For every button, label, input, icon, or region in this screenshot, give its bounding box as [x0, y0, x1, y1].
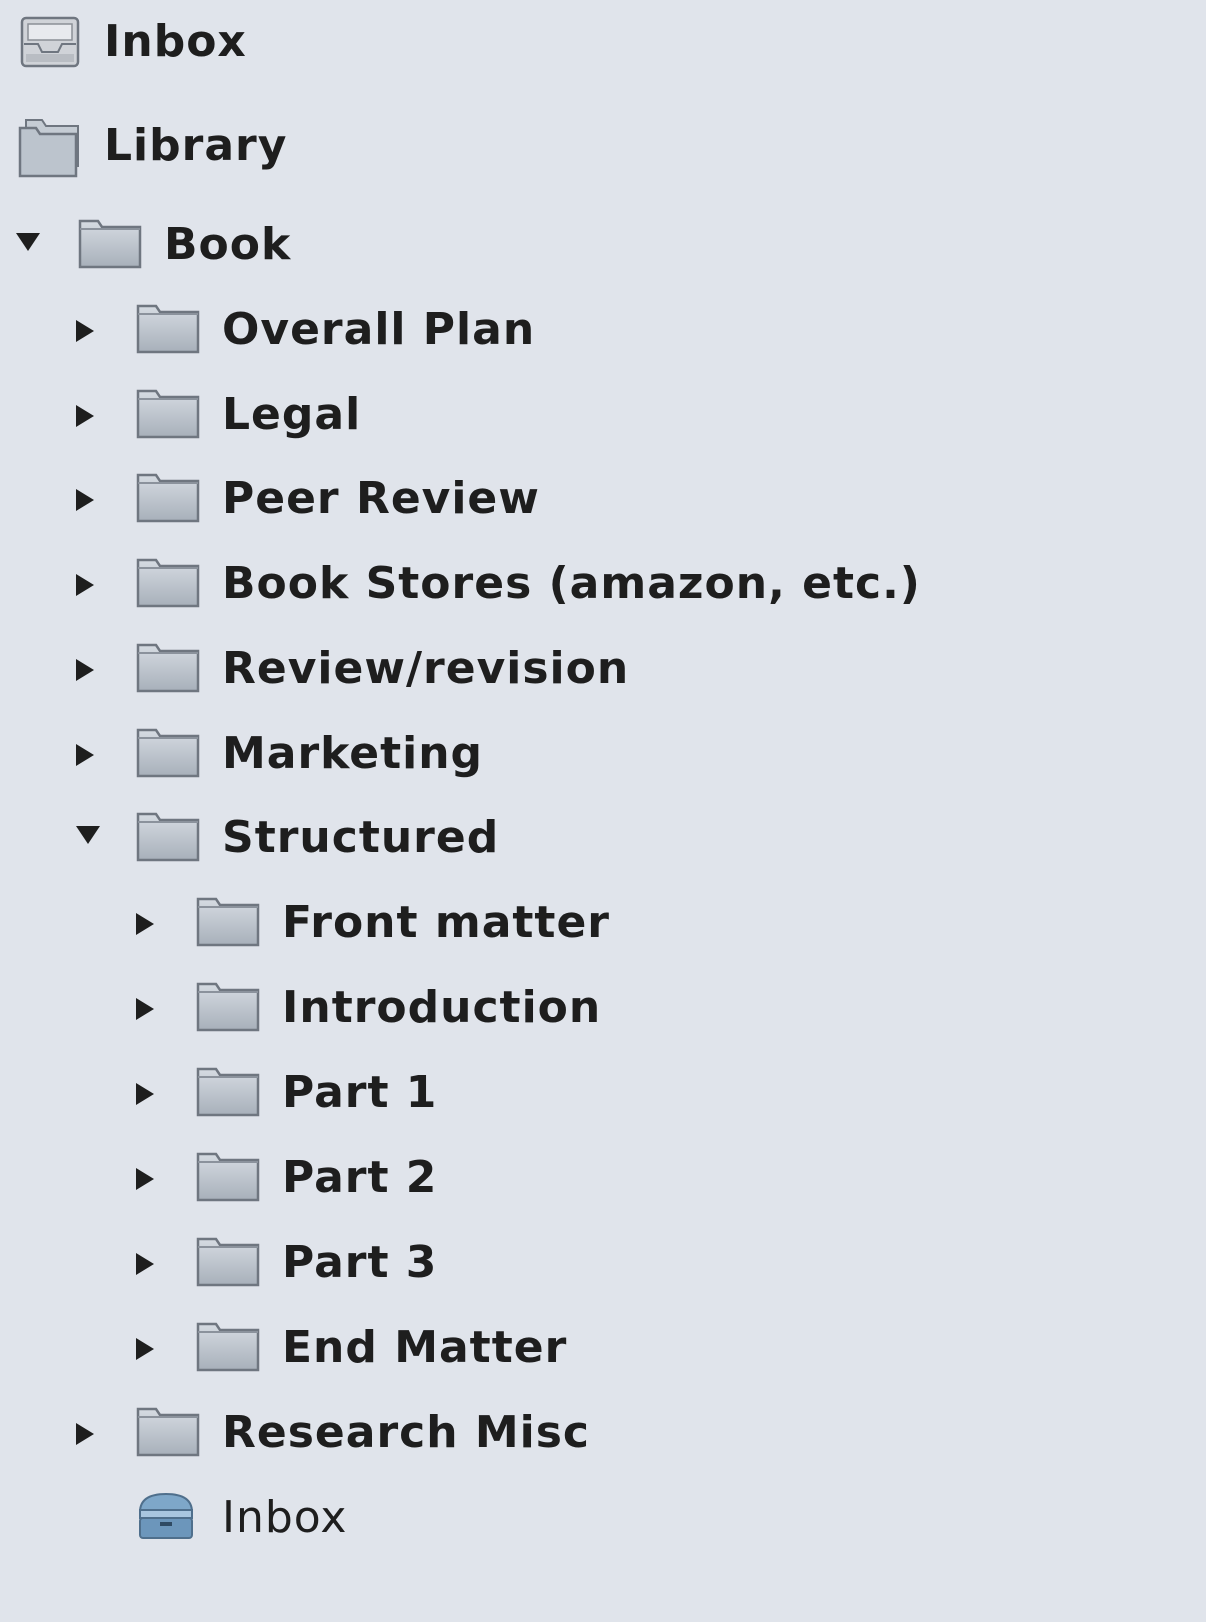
- tree-item[interactable]: Inbox: [0, 2, 1206, 82]
- tree-item-label: Book Stores (amazon, etc.): [222, 558, 921, 609]
- tree-item-label: Library: [104, 120, 288, 171]
- tree-item-label: Structured: [222, 812, 500, 863]
- folder-icon: [196, 1235, 260, 1287]
- disclosure-triangle-right-icon[interactable]: [76, 659, 94, 681]
- tree-item-label: Review/revision: [222, 643, 630, 694]
- folder-icon: [136, 302, 200, 354]
- library-folders-icon: [18, 118, 82, 178]
- tree-item[interactable]: Part 3: [0, 1223, 1206, 1303]
- tree-item[interactable]: Part 1: [0, 1053, 1206, 1133]
- tree-item[interactable]: Book Stores (amazon, etc.): [0, 544, 1206, 624]
- tree-item-label: Inbox: [222, 1492, 348, 1543]
- tree-item-label: Part 3: [282, 1237, 438, 1288]
- folder-icon: [136, 641, 200, 693]
- tree-item-label: Book: [164, 219, 292, 270]
- disclosure-triangle-down-icon[interactable]: [16, 233, 40, 251]
- disclosure-triangle-right-icon[interactable]: [76, 489, 94, 511]
- tree-item[interactable]: Research Misc: [0, 1393, 1206, 1473]
- inbox-box-icon: [136, 1490, 200, 1542]
- tree-item-label: Overall Plan: [222, 304, 536, 355]
- tree-item-label: Introduction: [282, 982, 602, 1033]
- disclosure-triangle-right-icon[interactable]: [136, 1338, 154, 1360]
- tree-item-label: Research Misc: [222, 1407, 591, 1458]
- folder-icon: [196, 1065, 260, 1117]
- tree-item[interactable]: Structured: [0, 798, 1206, 878]
- tree-item-label: Inbox: [104, 16, 247, 67]
- folder-icon: [196, 1320, 260, 1372]
- tree-item-label: Front matter: [282, 897, 610, 948]
- tree-item[interactable]: Front matter: [0, 883, 1206, 963]
- tree-item-label: End Matter: [282, 1322, 568, 1373]
- folder-icon: [136, 726, 200, 778]
- tree-item[interactable]: Introduction: [0, 968, 1206, 1048]
- tree-item[interactable]: Peer Review: [0, 459, 1206, 539]
- tree-item-label: Part 1: [282, 1067, 438, 1118]
- disclosure-triangle-right-icon[interactable]: [136, 1253, 154, 1275]
- disclosure-triangle-right-icon[interactable]: [136, 913, 154, 935]
- folder-icon: [136, 556, 200, 608]
- tree-item-label: Peer Review: [222, 473, 540, 524]
- tree-item[interactable]: Legal: [0, 375, 1206, 455]
- tree-item[interactable]: Marketing: [0, 714, 1206, 794]
- disclosure-triangle-right-icon[interactable]: [136, 1168, 154, 1190]
- folder-icon: [136, 810, 200, 862]
- disclosure-triangle-right-icon[interactable]: [136, 998, 154, 1020]
- tree-item[interactable]: End Matter: [0, 1308, 1206, 1388]
- folder-icon: [196, 1150, 260, 1202]
- folder-icon: [78, 217, 142, 269]
- folder-icon: [196, 980, 260, 1032]
- tree-item[interactable]: Inbox: [0, 1478, 1206, 1558]
- disclosure-triangle-right-icon[interactable]: [76, 1423, 94, 1445]
- disclosure-triangle-right-icon[interactable]: [76, 574, 94, 596]
- folder-icon: [136, 1405, 200, 1457]
- tree-item[interactable]: Book: [0, 205, 1206, 285]
- tree-item-label: Marketing: [222, 728, 484, 779]
- tree-item-label: Legal: [222, 389, 362, 440]
- disclosure-triangle-right-icon[interactable]: [76, 320, 94, 342]
- disclosure-triangle-right-icon[interactable]: [76, 405, 94, 427]
- disclosure-triangle-right-icon[interactable]: [136, 1083, 154, 1105]
- tree-item[interactable]: Overall Plan: [0, 290, 1206, 370]
- tree-item[interactable]: Part 2: [0, 1138, 1206, 1218]
- folder-icon: [136, 387, 200, 439]
- tree-item-label: Part 2: [282, 1152, 438, 1203]
- disclosure-triangle-down-icon[interactable]: [76, 826, 100, 844]
- inbox-tray-icon: [18, 14, 82, 68]
- tree-item[interactable]: Review/revision: [0, 629, 1206, 709]
- folder-icon: [136, 471, 200, 523]
- folder-icon: [196, 895, 260, 947]
- tree-item[interactable]: Library: [0, 106, 1206, 186]
- disclosure-triangle-right-icon[interactable]: [76, 744, 94, 766]
